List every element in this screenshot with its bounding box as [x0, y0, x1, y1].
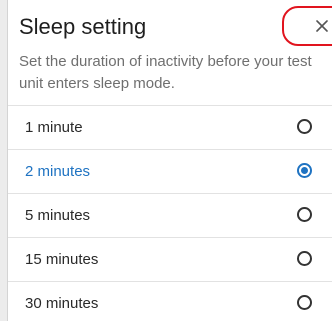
sleep-setting-dialog: Sleep setting Set the duration of inacti…: [8, 0, 332, 321]
close-button[interactable]: [282, 6, 332, 46]
dialog-title: Sleep setting: [19, 14, 147, 39]
radio-button[interactable]: [297, 163, 312, 178]
option-5-minutes[interactable]: 5 minutes: [8, 193, 332, 237]
background-panel-edge: [0, 0, 8, 321]
option-15-minutes[interactable]: 15 minutes: [8, 237, 332, 281]
option-label: 5 minutes: [25, 207, 91, 224]
dialog-description: Set the duration of inactivity before yo…: [19, 53, 312, 92]
option-label: 2 minutes: [25, 163, 91, 180]
close-icon: [316, 20, 328, 32]
option-30-minutes[interactable]: 30 minutes: [8, 281, 332, 321]
radio-selected-dot: [301, 167, 308, 174]
radio-button[interactable]: [297, 251, 312, 266]
option-label: 15 minutes: [25, 251, 99, 268]
radio-button[interactable]: [297, 207, 312, 222]
screen: Sleep setting Set the duration of inacti…: [0, 0, 332, 321]
sleep-duration-options: 1 minute 2 minutes 5 minutes 15 minutes …: [8, 105, 332, 321]
option-label: 30 minutes: [25, 295, 99, 312]
option-label: 1 minute: [25, 119, 83, 136]
option-2-minutes[interactable]: 2 minutes: [8, 149, 332, 193]
radio-button[interactable]: [297, 119, 312, 134]
radio-button[interactable]: [297, 295, 312, 310]
option-1-minute[interactable]: 1 minute: [8, 105, 332, 149]
